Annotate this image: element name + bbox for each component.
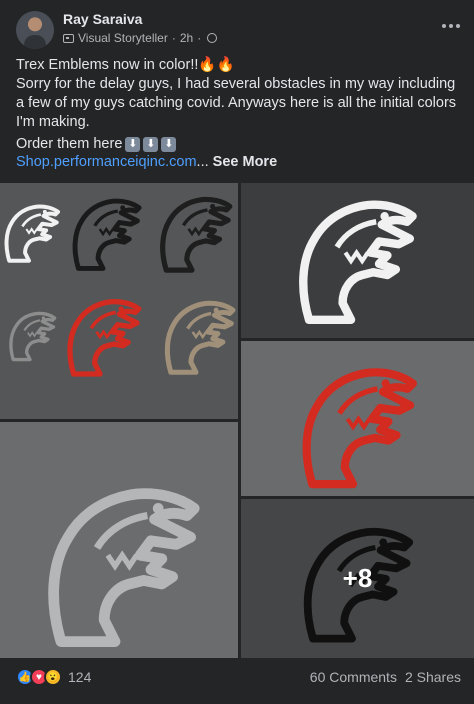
- globe-icon: [207, 33, 218, 43]
- avatar[interactable]: [16, 11, 54, 49]
- order-label: Order them here: [16, 136, 123, 152]
- white-emblem-image: [241, 183, 474, 338]
- see-more-link[interactable]: See More: [213, 154, 277, 170]
- down-arrow-icon: ⬇: [143, 136, 159, 152]
- shop-link[interactable]: Shop.performanceiqinc.com: [16, 154, 197, 170]
- photo-steel-emblem[interactable]: [0, 422, 238, 658]
- post-time[interactable]: 2h: [180, 31, 193, 45]
- steel-emblem-image: [0, 422, 238, 658]
- down-arrow-icon: ⬇: [125, 136, 141, 152]
- more-photos-overlay[interactable]: +8: [241, 499, 474, 658]
- ellipsis: ...: [196, 154, 209, 170]
- fire-emoji-icon: 🔥🔥: [198, 57, 235, 73]
- link-line: Shop.performanceiqinc.com... See More: [16, 154, 277, 170]
- badge-icon: [63, 33, 74, 43]
- more-options-icon[interactable]: [442, 24, 460, 28]
- post-text: Trex Emblems now in color!!🔥🔥 Sorry for …: [16, 56, 462, 132]
- shares-count[interactable]: 2 Shares: [405, 669, 461, 685]
- wow-icon: 😮: [44, 668, 62, 686]
- reactions[interactable]: 👍 ♥ 😮 124: [16, 668, 91, 686]
- emblem-grid-image: [0, 183, 238, 419]
- badge-label[interactable]: Visual Storyteller: [78, 31, 168, 45]
- author-name[interactable]: Ray Saraiva: [63, 11, 142, 27]
- post-meta: Visual Storyteller · 2h ·: [63, 31, 218, 45]
- more-photos-count: +8: [342, 563, 373, 593]
- photo-emblem-collection[interactable]: [0, 183, 238, 419]
- photo-black-emblem[interactable]: +8: [241, 499, 474, 658]
- order-line: Order them here ⬇ ⬇ ⬇: [16, 136, 177, 152]
- post-body: Sorry for the delay guys, I had several …: [16, 76, 457, 130]
- post-header: Ray Saraiva Visual Storyteller · 2h ·: [0, 0, 474, 52]
- post-headline: Trex Emblems now in color!!🔥🔥: [16, 57, 235, 73]
- reaction-count[interactable]: 124: [68, 669, 91, 685]
- photo-red-emblem[interactable]: [241, 341, 474, 496]
- down-arrow-icon: ⬇: [161, 136, 177, 152]
- photo-white-emblem[interactable]: [241, 183, 474, 338]
- meta-separator: ·: [171, 31, 176, 45]
- meta-separator: ·: [197, 31, 202, 45]
- red-emblem-image: [241, 341, 474, 496]
- comments-count[interactable]: 60 Comments: [310, 669, 397, 685]
- post-stats: 60 Comments 2 Shares: [310, 669, 461, 685]
